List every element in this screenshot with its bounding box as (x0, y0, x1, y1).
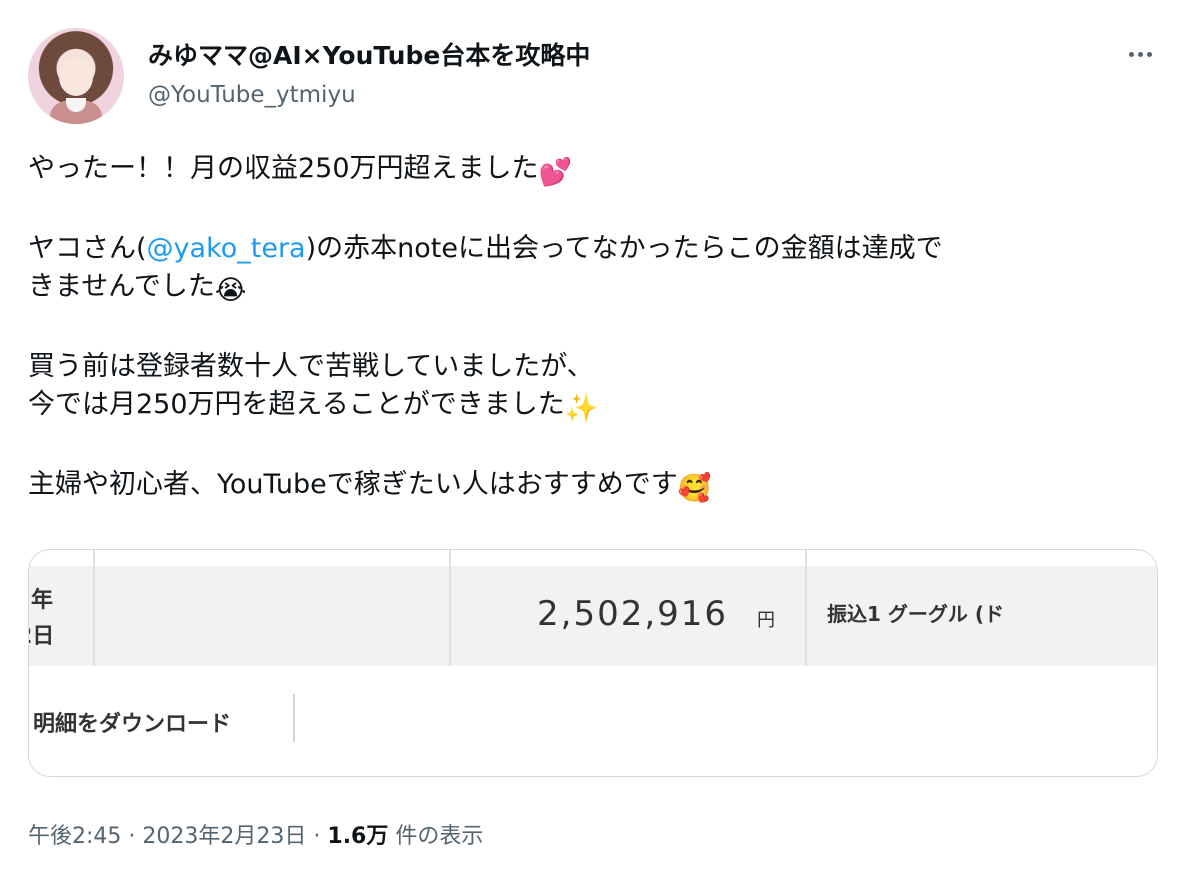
tweet-line-text: 主婦や初心者、YouTubeで稼ぎたい人はおすすめです (28, 469, 678, 500)
tweet-line: 買う前は登録者数十人で苦戦していましたが、 (28, 348, 1148, 386)
tweet-line-text: きませんでした (28, 271, 215, 302)
views-label: 件の表示 (395, 824, 484, 849)
dot (1137, 51, 1143, 57)
sparkles-emoji-icon: ✨ (564, 393, 599, 424)
meta-separator: · (128, 824, 136, 849)
tweet-text: やったー！！月の収益250万円超えました💕 ヤコさん(@yako_tera)の赤… (28, 150, 1148, 508)
crying-emoji-icon: 😭 (214, 275, 247, 306)
tweet-line: 主婦や初心者、YouTubeで稼ぎたい人はおすすめです🥰 (28, 466, 1148, 508)
avatar-face (59, 58, 93, 96)
meta-separator: · (313, 824, 321, 849)
column-divider (805, 550, 807, 666)
dot (1146, 51, 1152, 57)
tweet-line-text: )の赤本noteに出会ってなかったらこの金額は達成で (305, 233, 943, 264)
tweet-meta: 午後2:45 · 2023年2月23日 · 1.6万 件の表示 (28, 818, 483, 850)
tweet-line-text: 買う前は登録者数十人で苦戦していましたが、 (28, 351, 594, 382)
tweet-time[interactable]: 午後2:45 (28, 824, 121, 849)
author-display-name[interactable]: みゆママ@AI×YouTube台本を攻略中 (148, 36, 590, 72)
tweet-line-text: やったー！！月の収益250万円超えました (28, 153, 539, 184)
tweet-line: きませんでした😭 (28, 268, 1148, 310)
media-image[interactable]: 年 2日 2,502,916 円 振込1 グーグル (ド 明細をダウンロード (28, 549, 1158, 777)
date-day-fragment: 2日 (29, 624, 55, 649)
tweet-line-text: 今では月250万円を超えることができました (28, 389, 565, 420)
mention-link[interactable]: @yako_tera (147, 233, 306, 264)
currency-label: 円 (757, 610, 775, 631)
tweet-date[interactable]: 2023年2月23日 (142, 824, 306, 849)
views-count: 1.6万 (327, 824, 389, 849)
column-divider (93, 550, 95, 666)
amount-value: 2,502,916 (537, 594, 729, 634)
tweet-line: やったー！！月の収益250万円超えました💕 (28, 150, 1148, 192)
download-statement-link: 明細をダウンロード (33, 712, 232, 737)
dot (1128, 51, 1134, 57)
tweet-line: ヤコさん(@yako_tera)の赤本noteに出会ってなかったらこの金額は達成… (28, 230, 1148, 268)
transaction-description: 振込1 グーグル (ド (827, 602, 1004, 626)
avatar[interactable] (28, 28, 124, 124)
footer-divider (293, 694, 295, 742)
hearts-emoji-icon: 💕 (538, 157, 573, 188)
author-handle[interactable]: @YouTube_ytmiyu (148, 82, 356, 108)
column-divider (449, 550, 451, 666)
tweet-line: 今では月250万円を超えることができました✨ (28, 386, 1148, 428)
smiling-hearts-emoji-icon: 🥰 (677, 473, 712, 504)
tweet-line-text: ヤコさん( (28, 233, 147, 264)
date-year-fragment: 年 (31, 588, 54, 613)
more-dots-icon[interactable] (1122, 42, 1158, 66)
